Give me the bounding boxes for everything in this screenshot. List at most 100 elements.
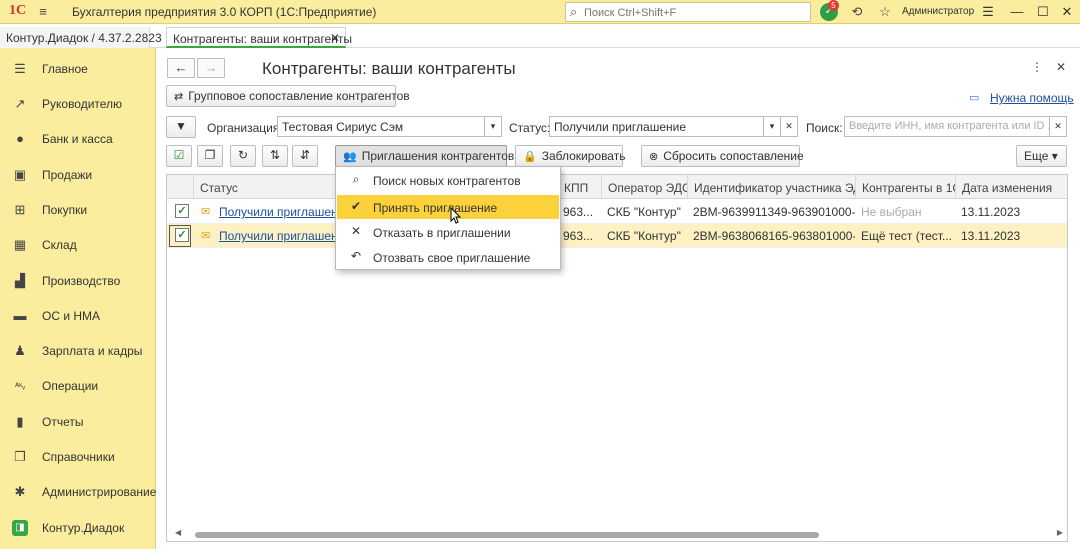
sidebar-item-purchases[interactable]: ⊞ Покупки <box>0 195 156 225</box>
search-field[interactable]: Введите ИНН, имя контрагента или ID ... <box>844 116 1050 137</box>
sidebar-item-label: Покупки <box>42 203 88 217</box>
horizontal-scrollbar[interactable]: ◀ ▶ <box>169 528 1065 539</box>
minimize-button[interactable]: — <box>1006 2 1028 22</box>
scroll-left-icon[interactable]: ◀ <box>175 528 181 537</box>
sidebar-item-main[interactable]: ☰ Главное <box>0 54 156 84</box>
close-tab-icon[interactable]: ✕ <box>330 31 340 45</box>
help-link[interactable]: Нужна помощь <box>990 91 1074 105</box>
sidebar-item-assets[interactable]: ▬ ОС и НМА <box>0 301 156 331</box>
scroll-right-icon[interactable]: ▶ <box>1057 528 1063 537</box>
title-bar: 1С ≡ Бухгалтерия предприятия 3.0 КОРП (1… <box>0 0 1080 24</box>
column-participant-id[interactable]: Идентификатор участника ЭДО <box>687 175 855 199</box>
table-row[interactable]: ✓ ✉ Получили приглашение 963... СКБ "Кон… <box>167 224 1067 248</box>
settings-menu-icon[interactable]: ☰ <box>977 2 999 22</box>
org-dropdown-button[interactable]: ▾ <box>484 116 502 137</box>
mouse-cursor-icon <box>450 207 462 224</box>
menu-item-accept[interactable]: ✔ Принять приглашение <box>337 195 559 219</box>
menu-item-label: Отозвать свое приглашение <box>373 251 531 265</box>
row-checkbox[interactable]: ✓ <box>175 228 189 242</box>
more-vertical-icon[interactable]: ⋮ <box>1030 60 1044 76</box>
page-title: Контрагенты: ваши контрагенты <box>262 59 516 78</box>
sidebar-item-manager[interactable]: ↗ Руководителю <box>0 89 156 119</box>
sidebar-item-catalogs[interactable]: ❐ Справочники <box>0 442 156 472</box>
menu-item-label: Отказать в приглашении <box>373 226 511 240</box>
tab-counterparties[interactable]: Контрагенты: ваши контрагенты ✕ <box>166 27 352 48</box>
sidebar-item-production[interactable]: ▟ Производство <box>0 266 156 296</box>
tab-diadoc[interactable]: Контур.Диадок / 4.37.2.2823 <box>0 27 162 48</box>
table-row[interactable]: ✓ ✉ Получили приглашение 963... СКБ "Кон… <box>167 200 1067 224</box>
sidebar-item-label: Продажи <box>42 168 93 182</box>
mark-all-button[interactable]: ☑ <box>166 145 192 167</box>
row-checkbox[interactable]: ✓ <box>175 204 189 218</box>
more-label: Еще <box>1024 149 1049 163</box>
search-label: Поиск: <box>806 121 843 135</box>
row-status[interactable]: Получили приглашение <box>213 200 335 224</box>
global-search[interactable]: ⌕ <box>565 2 811 22</box>
cart-icon: ⊞ <box>14 202 26 217</box>
org-label: Организация: <box>207 121 283 135</box>
filter-button[interactable]: ▼ <box>166 116 196 138</box>
sort-desc-button[interactable]: ⇵ <box>292 145 318 167</box>
search-clear-button[interactable]: ✕ <box>1049 116 1067 137</box>
search-icon: ⌕ <box>352 172 360 186</box>
refresh-button[interactable]: ↻ <box>230 145 256 167</box>
favorites-star-icon[interactable]: ☆ <box>876 3 894 21</box>
status-dropdown-button[interactable]: ▾ <box>763 116 781 137</box>
people-icon: 👥 <box>343 151 357 163</box>
sidebar-item-sales[interactable]: ▣ Продажи <box>0 160 156 190</box>
current-user[interactable]: Администратор <box>902 6 974 17</box>
history-icon[interactable]: ⟲ <box>848 3 866 21</box>
chevron-down-icon: ▾ <box>1051 149 1058 163</box>
group-match-button[interactable]: ⇄ Групповое сопоставление контрагентов <box>166 85 410 107</box>
back-button[interactable]: ← <box>167 58 195 78</box>
filter-icon: ▼ <box>175 119 187 133</box>
group-match-label: Групповое сопоставление контрагентов <box>188 89 410 103</box>
app-logo: 1С <box>9 3 27 18</box>
status-clear-button[interactable]: ✕ <box>780 116 798 137</box>
sidebar-item-label: Операции <box>42 379 99 393</box>
menu-icon: ☰ <box>14 61 26 76</box>
check-icon: ✔ <box>350 199 362 213</box>
forward-button[interactable]: → <box>197 58 225 78</box>
block-button[interactable]: 🔒 Заблокировать <box>515 145 625 167</box>
help-chat-icon: ▭ <box>969 92 980 104</box>
column-counterparty-1c[interactable]: Контрагенты в 1С <box>855 175 955 199</box>
sidebar-item-label: Банк и касса <box>42 132 113 146</box>
scroll-thumb[interactable] <box>195 532 819 538</box>
gear-icon: ✱ <box>14 484 26 499</box>
close-form-icon[interactable]: ✕ <box>1054 60 1068 76</box>
sort-asc-icon: ⇅ <box>269 148 281 162</box>
org-field[interactable]: Тестовая Сириус Сэм <box>277 116 485 137</box>
column-operator[interactable]: Оператор ЭДО <box>601 175 687 199</box>
copy-button[interactable]: ❐ <box>197 145 223 167</box>
global-search-input[interactable] <box>584 5 804 20</box>
sidebar-item-diadoc[interactable]: ◨ Контур.Диадок <box>0 513 156 543</box>
menu-item-revoke[interactable]: ↶ Отозвать свое приглашение <box>337 245 559 269</box>
column-date[interactable]: Дата изменения <box>955 175 1067 199</box>
reset-match-button[interactable]: ⊗ Сбросить сопоставление <box>641 145 804 167</box>
more-button[interactable]: Еще ▾ <box>1016 145 1067 167</box>
row-operator: СКБ "Контур" <box>607 229 681 243</box>
sidebar-item-salary[interactable]: ♟ Зарплата и кадры <box>0 336 156 366</box>
menu-item-decline[interactable]: ✕ Отказать в приглашении <box>337 220 559 244</box>
column-kpp[interactable]: КПП <box>557 175 601 199</box>
invites-menu-button[interactable]: 👥Приглашения контрагентов ▾ <box>335 145 524 167</box>
status-field[interactable]: Получили приглашение <box>549 116 765 137</box>
sort-asc-button[interactable]: ⇅ <box>262 145 288 167</box>
menu-item-label: Поиск новых контрагентов <box>373 174 521 188</box>
sidebar-item-operations[interactable]: ᴬᵏᵥ Операции <box>0 371 156 401</box>
sidebar-item-reports[interactable]: ▮ Отчеты <box>0 407 156 437</box>
row-counterparty-1c: Ещё тест (тест... <box>861 229 952 243</box>
search-icon: ⌕ <box>570 4 578 19</box>
close-window-button[interactable]: ✕ <box>1056 2 1078 22</box>
maximize-button[interactable]: ☐ <box>1032 2 1054 22</box>
sidebar-item-admin[interactable]: ✱ Администрирование <box>0 477 157 507</box>
menu-item-find-new[interactable]: ⌕ Поиск новых контрагентов <box>337 168 559 192</box>
row-kpp: 963... <box>563 205 594 219</box>
envelope-icon: ✉ <box>201 206 211 218</box>
row-status[interactable]: Получили приглашение <box>213 224 335 248</box>
sidebar-item-bank[interactable]: ● Банк и касса <box>0 124 156 154</box>
sidebar-item-warehouse[interactable]: ▦ Склад <box>0 230 156 260</box>
sidebar-item-label: Главное <box>42 62 88 76</box>
hamburger-icon[interactable]: ≡ <box>34 3 52 21</box>
